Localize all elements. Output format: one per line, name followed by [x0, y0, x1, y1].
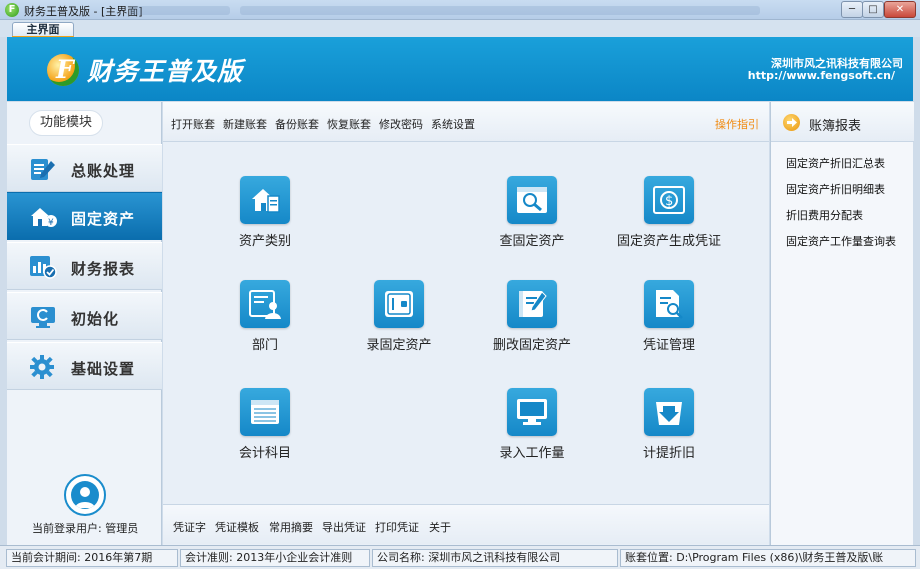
window-title-bar: F 财务王普及版 - [主界面] ─ □ ✕: [0, 0, 920, 20]
voucher-search-icon: [644, 280, 694, 328]
status-account-location: 账套位置: D:\Program Files (x86)\财务王普及版\账: [620, 549, 916, 567]
module-section-label: 功能模块: [29, 110, 103, 136]
tab-label: 主界面: [26, 23, 60, 36]
top-toolbar: 打开账套 新建账套 备份账套 恢复账套 修改密码 系统设置 操作指引: [163, 102, 769, 142]
report-depreciation-detail-link[interactable]: 固定资产折旧明细表: [786, 181, 885, 197]
function-label: 删改固定资产: [492, 338, 571, 353]
export-voucher-button[interactable]: 导出凭证: [322, 519, 366, 535]
user-avatar: [64, 474, 106, 516]
depreciation-button[interactable]: 计提折旧: [599, 388, 739, 461]
status-bar: 当前会计期间: 2016年第7期 会计准则: 2013年小企业会计准则 公司名称…: [0, 545, 920, 569]
sidebar-item-label: 固定资产: [71, 210, 136, 228]
accounting-subjects-button[interactable]: 会计科目: [195, 388, 335, 461]
sidebar-item-label: 总账处理: [71, 162, 136, 180]
arrow-right-icon: [783, 114, 800, 131]
tab-main[interactable]: 主界面: [12, 22, 74, 39]
reports-panel-header: 账簿报表: [771, 102, 914, 142]
function-label: 录固定资产: [366, 338, 432, 353]
house-document-icon: [240, 176, 290, 224]
minimize-button[interactable]: ─: [841, 1, 863, 18]
report-chart-icon: [30, 256, 57, 279]
report-workload-query-link[interactable]: 固定资产工作量查询表: [786, 233, 896, 249]
change-password-button[interactable]: 修改密码: [379, 116, 423, 132]
sidebar-item-label: 初始化: [71, 310, 120, 328]
open-account-set-button[interactable]: 打开账套: [171, 116, 215, 132]
backup-account-set-button[interactable]: 备份账套: [275, 116, 319, 132]
asset-category-button[interactable]: 资产类别: [195, 176, 335, 249]
sidebar-item-general-ledger[interactable]: 总账处理: [7, 144, 162, 192]
common-summary-button[interactable]: 常用摘要: [269, 519, 313, 535]
print-voucher-button[interactable]: 打印凭证: [375, 519, 419, 535]
function-label: 查固定资产: [499, 234, 565, 249]
notebook-pencil-icon: [507, 280, 557, 328]
enter-workload-button[interactable]: 录入工作量: [462, 388, 602, 461]
window-title: 财务王普及版 - [主界面]: [24, 5, 143, 18]
logo-glyph: F: [56, 55, 74, 84]
voucher-management-button[interactable]: 凭证管理: [599, 280, 739, 353]
main-panel: 打开账套 新建账套 备份账套 恢复账套 修改密码 系统设置 操作指引 资产类别 …: [163, 102, 769, 545]
status-accounting-period: 当前会计期间: 2016年第7期: [6, 549, 178, 567]
function-label: 录入工作量: [499, 446, 565, 461]
new-account-set-button[interactable]: 新建账套: [223, 116, 267, 132]
about-button[interactable]: 关于: [429, 519, 451, 535]
system-settings-button[interactable]: 系统设置: [431, 116, 475, 132]
app-logo-icon: F: [5, 3, 19, 17]
close-button[interactable]: ✕: [884, 1, 916, 18]
restore-account-set-button[interactable]: 恢复账套: [327, 116, 371, 132]
function-label: 固定资产生成凭证: [616, 234, 721, 249]
function-label: 凭证管理: [642, 338, 695, 353]
background-window-ghost: [240, 6, 760, 15]
report-expense-allocation-link[interactable]: 折旧费用分配表: [786, 207, 863, 223]
monitor-reset-icon: [31, 307, 55, 328]
ledger-pen-icon: [31, 159, 55, 180]
monitor-icon: [507, 388, 557, 436]
header-banner: F 财务王普及版 深圳市风之讯科技有限公司 http://www.fengsof…: [7, 37, 913, 101]
sidebar-item-label: 财务报表: [71, 260, 136, 278]
add-fixed-asset-button[interactable]: 录固定资产: [329, 280, 469, 353]
generate-voucher-button[interactable]: $ 固定资产生成凭证: [599, 176, 739, 249]
background-window-ghost: [130, 6, 230, 15]
query-fixed-assets-button[interactable]: 查固定资产: [462, 176, 602, 249]
sidebar-item-fixed-assets[interactable]: ¥ 固定资产: [7, 192, 162, 240]
status-accounting-standard: 会计准则: 2013年小企业会计准则: [180, 549, 370, 567]
search-document-icon: [507, 176, 557, 224]
gear-icon: [30, 355, 54, 379]
tab-strip: 主界面: [0, 20, 920, 39]
module-sidebar: 功能模块 总账处理 ¥ 固定资产 财务报表 初始化 基础设置 当前登录用户: 管…: [7, 102, 162, 545]
sidebar-item-initialize[interactable]: 初始化: [7, 292, 162, 340]
svg-text:¥: ¥: [48, 218, 54, 228]
download-box-icon: [644, 388, 694, 436]
department-user-icon: [240, 280, 290, 328]
dollar-voucher-icon: $: [644, 176, 694, 224]
reports-panel: 账簿报表 固定资产折旧汇总表 固定资产折旧明细表 折旧费用分配表 固定资产工作量…: [770, 102, 914, 545]
sidebar-item-label: 基础设置: [71, 360, 136, 378]
reports-panel-title: 账簿报表: [809, 119, 862, 134]
sidebar-item-basic-settings[interactable]: 基础设置: [7, 342, 162, 390]
report-depreciation-summary-link[interactable]: 固定资产折旧汇总表: [786, 155, 885, 171]
user-icon: [75, 487, 95, 508]
function-label: 计提折旧: [642, 446, 695, 461]
function-label: 部门: [251, 338, 278, 353]
current-user-label: 当前登录用户: 管理员: [32, 522, 139, 535]
voucher-type-button[interactable]: 凭证字: [173, 519, 206, 535]
maximize-button[interactable]: □: [862, 1, 884, 18]
bottom-toolbar: 凭证字 凭证模板 常用摘要 导出凭证 打印凭证 关于: [163, 504, 769, 544]
edit-fixed-asset-button[interactable]: 删改固定资产: [462, 280, 602, 353]
sidebar-item-financial-reports[interactable]: 财务报表: [7, 242, 162, 290]
svg-text:$: $: [665, 194, 673, 209]
status-company-name: 公司名称: 深圳市风之讯科技有限公司: [372, 549, 618, 567]
product-logo-icon: F: [47, 54, 79, 86]
account-book-icon: [240, 388, 290, 436]
function-label: 资产类别: [238, 234, 291, 249]
safe-box-icon: [374, 280, 424, 328]
function-label: 会计科目: [238, 446, 291, 461]
operation-guide-link[interactable]: 操作指引: [715, 116, 759, 132]
voucher-template-button[interactable]: 凭证模板: [215, 519, 259, 535]
company-url[interactable]: http://www.fengsoft.cn/: [748, 69, 895, 82]
department-button[interactable]: 部门: [195, 280, 335, 353]
asset-house-icon: ¥: [31, 208, 57, 228]
product-name: 财务王普及版: [87, 57, 244, 86]
